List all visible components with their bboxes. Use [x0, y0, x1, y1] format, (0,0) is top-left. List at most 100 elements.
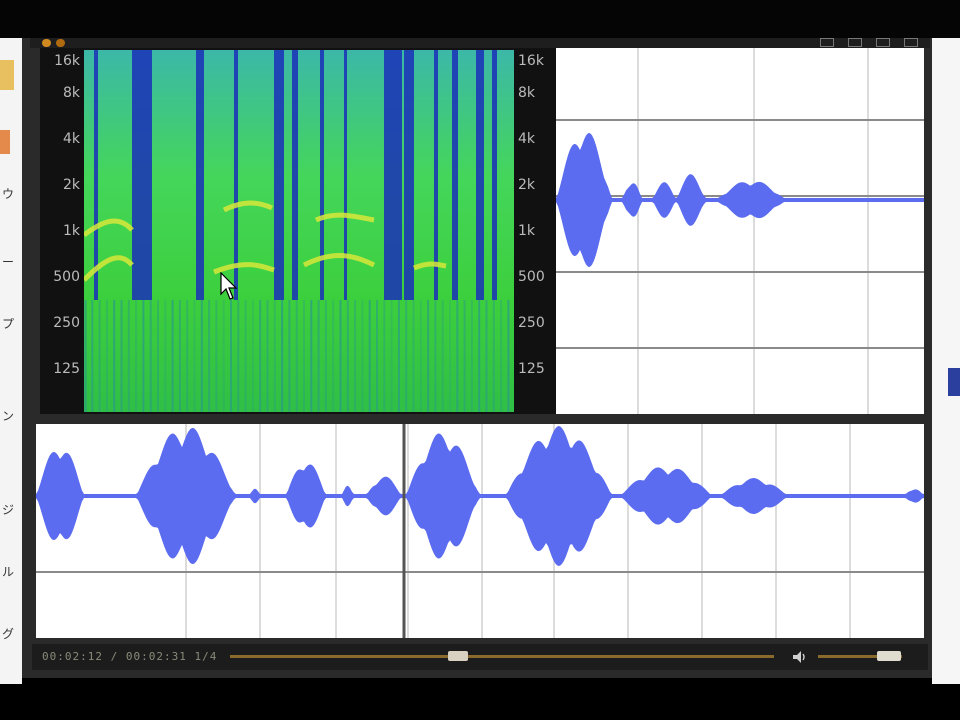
- freq-label-left: 125: [53, 361, 80, 377]
- spectrogram-streak: [259, 300, 262, 412]
- spectrogram-streak: [427, 300, 430, 412]
- waveform-trace: [556, 133, 924, 267]
- spectrogram-image[interactable]: [84, 50, 514, 412]
- spectrogram-band: [94, 50, 98, 300]
- background-thumbnail: [0, 130, 10, 154]
- seek-slider-track[interactable]: [230, 655, 774, 658]
- freq-label-left: 4k: [62, 131, 80, 147]
- spectrogram-streak: [142, 300, 145, 412]
- background-highlight: [948, 368, 960, 396]
- close-icon[interactable]: [904, 38, 918, 47]
- waveform-zoom-view[interactable]: [556, 48, 924, 414]
- freq-label-right: 500: [518, 269, 545, 285]
- spectrogram-band: [492, 50, 497, 300]
- freq-label-left: 250: [53, 315, 80, 331]
- background-text: ウ: [2, 187, 15, 201]
- freq-label-left: 16k: [54, 53, 80, 69]
- freq-label-right: 16k: [518, 53, 544, 69]
- spectrogram-streak: [171, 300, 174, 412]
- spectrogram-band: [384, 50, 402, 300]
- spectrogram-streak: [222, 300, 225, 412]
- spectrogram-streak: [463, 300, 466, 412]
- time-readout: 00:02:12 / 00:02:31 1/4: [42, 650, 218, 663]
- spectrogram-band: [196, 50, 204, 300]
- spectrogram-streak: [157, 300, 159, 412]
- maximize-icon[interactable]: [848, 38, 862, 47]
- spectrogram-streak: [441, 300, 444, 412]
- spectrogram-streak: [178, 300, 181, 412]
- background-text: ル: [2, 565, 15, 579]
- spectrogram-streak: [84, 300, 87, 412]
- seek-slider-thumb[interactable]: [448, 651, 469, 661]
- volume-slider-thumb[interactable]: [877, 651, 902, 661]
- minimize-icon[interactable]: [820, 38, 834, 47]
- spectrogram-streak: [98, 300, 101, 412]
- mouse-cursor-icon: [220, 272, 238, 300]
- app-icon: [42, 39, 51, 47]
- spectrogram-streak: [376, 300, 378, 412]
- spectrogram-streak: [251, 300, 254, 412]
- spectrogram-streak: [193, 300, 196, 412]
- background-page-right: [932, 38, 960, 684]
- spectrogram-streak: [105, 300, 108, 412]
- freq-label-right: 2k: [518, 177, 536, 193]
- background-text: プ: [2, 317, 15, 331]
- volume-icon[interactable]: [792, 649, 808, 665]
- spectrogram-streak: [339, 300, 342, 412]
- spectrogram-band: [274, 50, 284, 300]
- background-page-left: ウ ー プ ン ジ ル グ: [0, 38, 22, 684]
- spectrogram-streak: [120, 300, 123, 412]
- spectrogram-streak: [434, 300, 437, 412]
- freq-label-left: 8k: [62, 85, 80, 101]
- spectrogram-streak: [456, 300, 459, 412]
- spectrogram-streak: [303, 300, 305, 412]
- spectrogram-streak: [186, 300, 189, 412]
- spectrogram-streak: [383, 300, 386, 412]
- spectrogram-streak: [237, 300, 240, 412]
- spectrogram-streak: [470, 300, 473, 412]
- freq-label-left: 1k: [62, 223, 80, 239]
- spectrogram-streak: [390, 300, 393, 412]
- spectrogram-streak: [405, 300, 408, 412]
- spectrogram-streak: [164, 300, 167, 412]
- spectrogram-streak: [478, 300, 481, 412]
- waveform-envelope: [36, 426, 924, 566]
- window-title-bar: [30, 38, 930, 48]
- waveform-trace: [36, 426, 924, 566]
- spectrogram-streak: [230, 300, 232, 412]
- spectrogram-streak: [346, 300, 349, 412]
- spectrogram-streak: [361, 300, 364, 412]
- freq-label-right: 1k: [518, 223, 536, 239]
- freq-label-left: 500: [53, 269, 80, 285]
- spectrogram-band: [344, 50, 347, 300]
- spectrogram-band: [476, 50, 484, 300]
- app-icon: [56, 39, 65, 47]
- freq-label-right: 250: [518, 315, 545, 331]
- waveform-envelope: [556, 133, 924, 267]
- spectrogram-streak: [492, 300, 495, 412]
- spectrogram-streak: [273, 300, 276, 412]
- spectrogram-streak: [449, 300, 451, 412]
- spectrogram-streak: [266, 300, 269, 412]
- video-bottom-letterbox: [0, 684, 960, 720]
- spectrogram-streak: [324, 300, 327, 412]
- background-text: ン: [2, 409, 15, 423]
- spectrogram-streak: [215, 300, 218, 412]
- freq-label-right: 4k: [518, 131, 536, 147]
- waveform-overview[interactable]: [36, 424, 924, 638]
- spectrogram-streak: [244, 300, 247, 412]
- spectrogram-streak: [500, 300, 503, 412]
- spectrogram-streak: [208, 300, 211, 412]
- spectrogram-streak: [127, 300, 130, 412]
- restore-icon[interactable]: [876, 38, 890, 47]
- spectrogram-streak: [135, 300, 138, 412]
- spectrogram-streak: [485, 300, 488, 412]
- background-text: グ: [2, 627, 15, 641]
- spectrogram-streak: [149, 300, 152, 412]
- spectrogram-band: [404, 50, 414, 300]
- spectrogram-streak: [507, 300, 510, 412]
- spectrogram-streak: [91, 300, 94, 412]
- spectrogram-streak: [113, 300, 116, 412]
- spectrogram-band: [320, 50, 324, 300]
- spectrogram-streak: [317, 300, 320, 412]
